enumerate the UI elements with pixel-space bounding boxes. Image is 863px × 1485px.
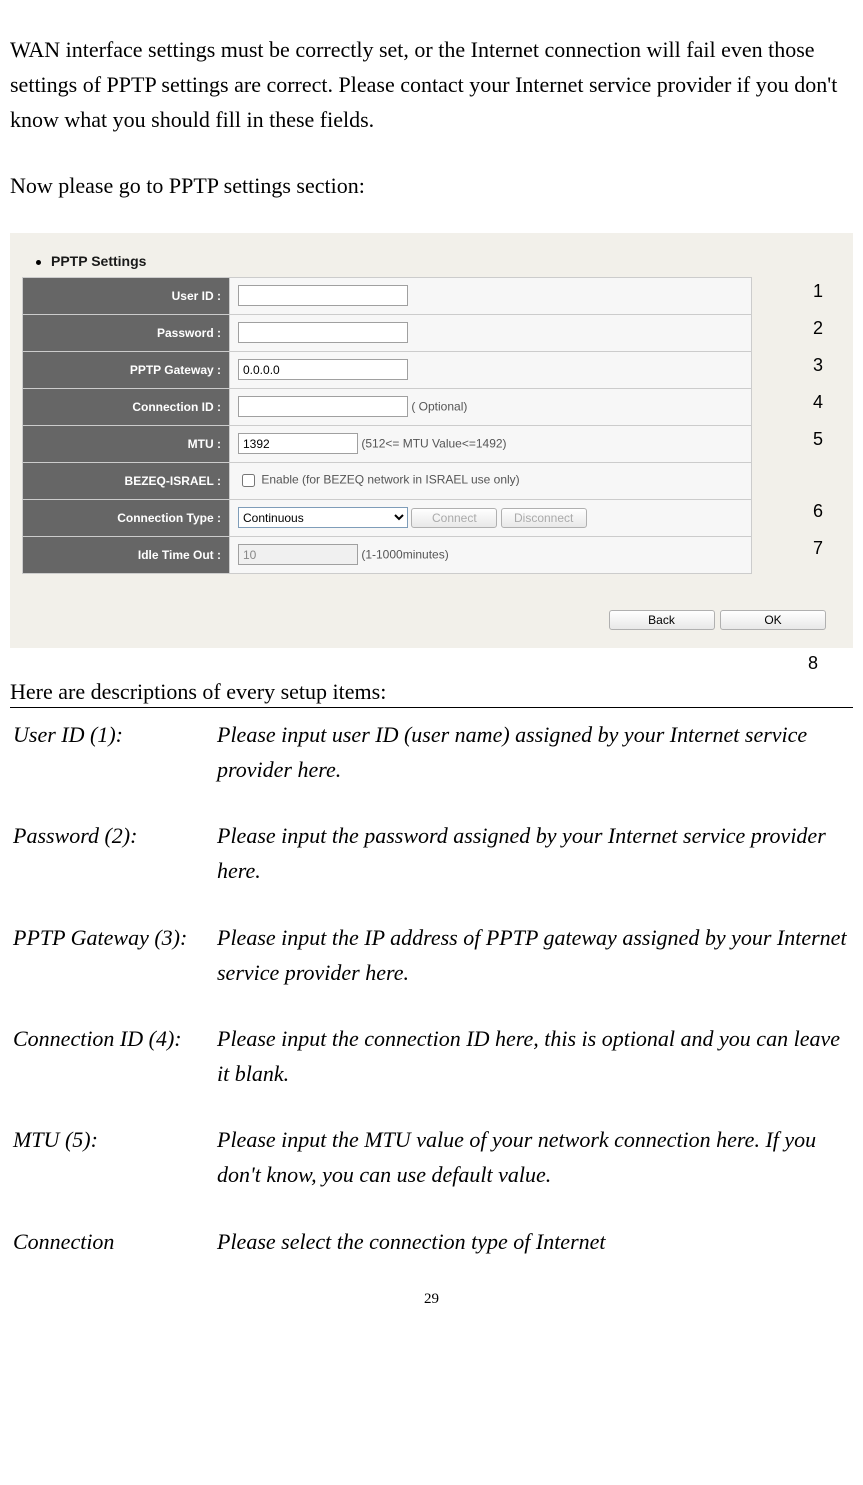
back-button[interactable]: Back <box>609 610 715 630</box>
mtu-hint: (512<= MTU Value<=1492) <box>361 437 506 451</box>
mtu-input[interactable] <box>238 433 358 454</box>
ok-button[interactable]: OK <box>720 610 826 630</box>
settings-table: User ID : Password : PPTP Gateway : Conn… <box>22 277 752 574</box>
annotation-1: 1 <box>813 281 823 302</box>
idle-timeout-label: Idle Time Out : <box>23 536 230 573</box>
bezeq-label: BEZEQ-ISRAEL : <box>23 462 230 499</box>
bullet-icon <box>36 260 41 265</box>
annotation-4: 4 <box>813 392 823 413</box>
desc-label-3: PPTP Gateway (3): <box>12 919 214 1018</box>
pptp-gateway-input[interactable] <box>238 359 408 380</box>
annotation-2: 2 <box>813 318 823 339</box>
bezeq-hint: Enable (for BEZEQ network in ISRAEL use … <box>261 473 519 487</box>
desc-label-2: Password (2): <box>12 817 214 916</box>
connection-type-select[interactable]: Continuous <box>238 507 408 528</box>
descriptions-table: User ID (1): Please input user ID (user … <box>10 714 853 1261</box>
desc-text-6: Please select the connection type of Int… <box>216 1223 851 1259</box>
user-id-input[interactable] <box>238 285 408 306</box>
page-number: 29 <box>10 1291 853 1308</box>
annotation-6: 6 <box>813 501 823 522</box>
desc-label-6: Connection <box>12 1223 214 1259</box>
password-label: Password : <box>23 314 230 351</box>
descriptions-header: Here are descriptions of every setup ite… <box>10 679 853 705</box>
desc-text-2: Please input the password assigned by yo… <box>216 817 851 916</box>
password-input[interactable] <box>238 322 408 343</box>
connection-id-hint: ( Optional) <box>411 400 467 414</box>
settings-screenshot: PPTP Settings User ID : Password : PPTP … <box>10 233 853 648</box>
divider <box>10 707 853 708</box>
bezeq-checkbox[interactable] <box>242 474 255 487</box>
settings-title: PPTP Settings <box>22 253 841 269</box>
desc-text-4: Please input the connection ID here, thi… <box>216 1020 851 1119</box>
desc-text-1: Please input user ID (user name) assigne… <box>216 716 851 815</box>
desc-text-5: Please input the MTU value of your netwo… <box>216 1121 851 1220</box>
desc-label-1: User ID (1): <box>12 716 214 815</box>
idle-timeout-hint: (1-1000minutes) <box>361 548 448 562</box>
connection-type-label: Connection Type : <box>23 499 230 536</box>
pptp-gateway-label: PPTP Gateway : <box>23 351 230 388</box>
connect-button[interactable]: Connect <box>411 508 497 528</box>
disconnect-button[interactable]: Disconnect <box>501 508 587 528</box>
intro-paragraph: WAN interface settings must be correctly… <box>10 32 853 138</box>
desc-text-3: Please input the IP address of PPTP gate… <box>216 919 851 1018</box>
annotation-5: 5 <box>813 429 823 450</box>
desc-label-4: Connection ID (4): <box>12 1020 214 1119</box>
connection-id-label: Connection ID : <box>23 388 230 425</box>
user-id-label: User ID : <box>23 277 230 314</box>
annotation-7: 7 <box>813 538 823 559</box>
annotation-8: 8 <box>10 653 853 674</box>
desc-label-5: MTU (5): <box>12 1121 214 1220</box>
idle-timeout-input <box>238 544 358 565</box>
mtu-label: MTU : <box>23 425 230 462</box>
goto-paragraph: Now please go to PPTP settings section: <box>10 168 853 203</box>
connection-id-input[interactable] <box>238 396 408 417</box>
annotation-3: 3 <box>813 355 823 376</box>
